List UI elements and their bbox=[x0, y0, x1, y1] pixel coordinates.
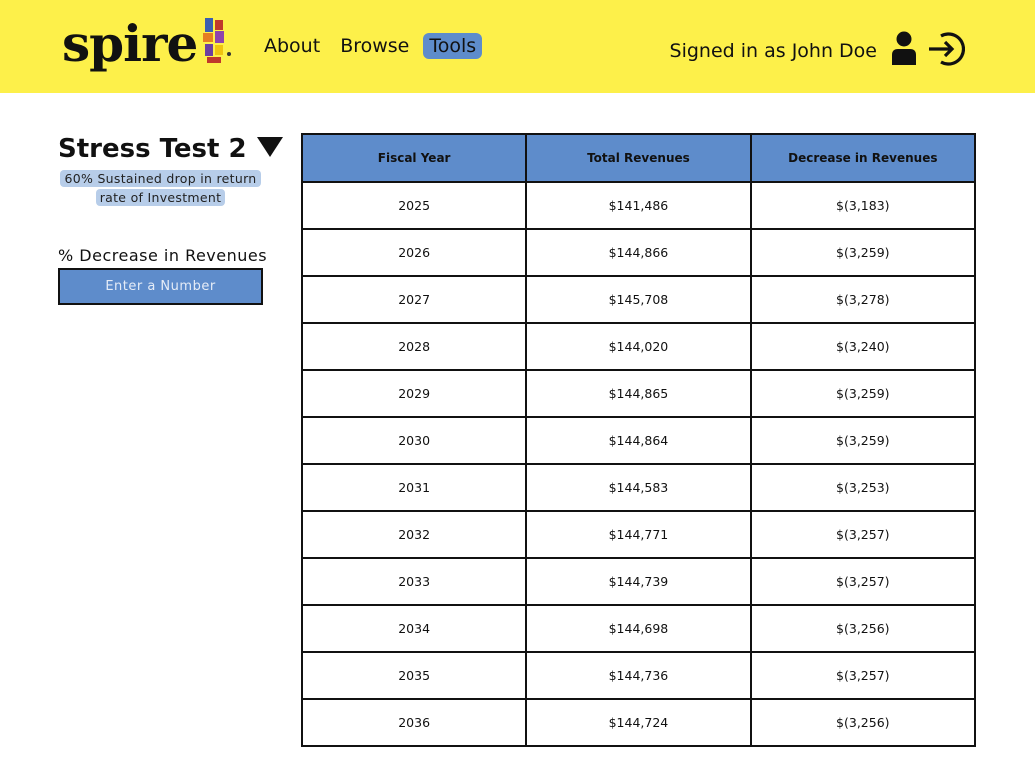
table-row: 2036 $144,724 $(3,256) bbox=[300, 698, 977, 747]
table-cell: $(3,256) bbox=[749, 604, 977, 653]
column-header: Decrease in Revenues bbox=[749, 133, 977, 183]
table-cell: $144,739 bbox=[525, 557, 752, 606]
table-cell: $144,865 bbox=[525, 369, 752, 418]
stress-test-description: 60% Sustained drop in return rate of Inv… bbox=[60, 170, 261, 206]
table-row: 2033 $144,739 $(3,257) bbox=[300, 557, 977, 606]
table-cell: $(3,183) bbox=[749, 181, 977, 230]
table-row: 2035 $144,736 $(3,257) bbox=[300, 651, 977, 700]
table-cell: $(3,253) bbox=[749, 463, 977, 512]
main-nav: About Browse Tools bbox=[258, 33, 483, 59]
table-cell: $(3,256) bbox=[749, 698, 977, 747]
column-header: Total Revenues bbox=[525, 133, 752, 183]
table-cell: $144,583 bbox=[525, 463, 752, 512]
top-header: spire About Browse Tools Signed in as Jo… bbox=[0, 0, 1035, 93]
triangle-down-icon[interactable] bbox=[256, 136, 283, 162]
signed-in-label: Signed in as John Doe bbox=[669, 40, 877, 62]
table-cell: 2031 bbox=[300, 463, 528, 512]
table-cell: $144,736 bbox=[525, 651, 752, 700]
user-icon[interactable] bbox=[891, 31, 917, 71]
nav-browse[interactable]: Browse bbox=[334, 33, 415, 59]
nav-tools[interactable]: Tools bbox=[423, 33, 483, 59]
table-row: 2029 $144,865 $(3,259) bbox=[300, 369, 977, 418]
table-cell: $144,724 bbox=[525, 698, 752, 747]
page-title: Stress Test 2 bbox=[58, 134, 247, 164]
table-header-row: Fiscal Year Total Revenues Decrease in Rev… bbox=[300, 133, 977, 183]
table-cell: $145,708 bbox=[525, 275, 752, 324]
table-row: 2031 $144,583 $(3,253) bbox=[300, 463, 977, 512]
revenue-table: Fiscal Year Total Revenues Decrease in Rev… bbox=[300, 133, 977, 747]
table-cell: $144,698 bbox=[525, 604, 752, 653]
table-cell: $144,020 bbox=[525, 322, 752, 371]
table-row: 2025 $141,486 $(3,183) bbox=[300, 181, 977, 230]
title-row: Stress Test 2 bbox=[58, 134, 283, 164]
table-cell: $(3,257) bbox=[749, 510, 977, 559]
table-cell: $144,864 bbox=[525, 416, 752, 465]
table-cell: $144,771 bbox=[525, 510, 752, 559]
column-header: Fiscal Year bbox=[300, 133, 528, 183]
table-cell: 2028 bbox=[300, 322, 528, 371]
table-cell: $144,866 bbox=[525, 228, 752, 277]
spire-logo[interactable]: spire bbox=[62, 14, 232, 73]
table-cell: 2034 bbox=[300, 604, 528, 653]
logo-mosaic-icon bbox=[203, 18, 232, 64]
table-row: 2032 $144,771 $(3,257) bbox=[300, 510, 977, 559]
logo-wordmark: spire bbox=[62, 14, 198, 73]
table-cell: $(3,257) bbox=[749, 651, 977, 700]
nav-about[interactable]: About bbox=[258, 33, 326, 59]
table-cell: 2036 bbox=[300, 698, 528, 747]
table-cell: 2026 bbox=[300, 228, 528, 277]
table-cell: 2032 bbox=[300, 510, 528, 559]
table-cell: 2030 bbox=[300, 416, 528, 465]
table-row: 2026 $144,866 $(3,259) bbox=[300, 228, 977, 277]
sign-in-icon[interactable] bbox=[927, 31, 966, 71]
table-row: 2028 $144,020 $(3,240) bbox=[300, 322, 977, 371]
table-cell: $(3,259) bbox=[749, 369, 977, 418]
table-cell: 2035 bbox=[300, 651, 528, 700]
description-tag-wrap: 60% Sustained drop in return rate of Inv… bbox=[58, 168, 263, 206]
decrease-percent-input[interactable] bbox=[58, 268, 263, 305]
user-area: Signed in as John Doe bbox=[669, 31, 966, 71]
table-cell: $(3,259) bbox=[749, 228, 977, 277]
table-cell: $(3,240) bbox=[749, 322, 977, 371]
table-cell: 2027 bbox=[300, 275, 528, 324]
table-cell: $(3,278) bbox=[749, 275, 977, 324]
table-cell: 2029 bbox=[300, 369, 528, 418]
table-cell: 2025 bbox=[300, 181, 528, 230]
decrease-field-label: % Decrease in Revenues bbox=[58, 246, 268, 265]
table-row: 2027 $145,708 $(3,278) bbox=[300, 275, 977, 324]
stress-test-panel: Stress Test 2 60% Sustained drop in retu… bbox=[58, 134, 283, 305]
table-cell: $(3,259) bbox=[749, 416, 977, 465]
table-cell: $(3,257) bbox=[749, 557, 977, 606]
table-row: 2034 $144,698 $(3,256) bbox=[300, 604, 977, 653]
table-cell: 2033 bbox=[300, 557, 528, 606]
table-cell: $141,486 bbox=[525, 181, 752, 230]
table-row: 2030 $144,864 $(3,259) bbox=[300, 416, 977, 465]
